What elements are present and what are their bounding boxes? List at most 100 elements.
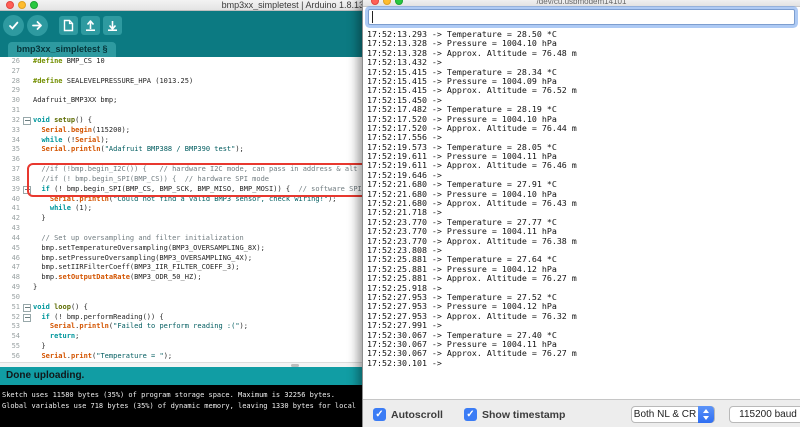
code-text: while (1); (49, 204, 93, 213)
serial-titlebar[interactable]: /dev/cu.usbmodem14101 (363, 0, 800, 7)
code-line: 29 (0, 86, 366, 96)
upload-button[interactable] (27, 15, 48, 36)
code-line: 41 while (1); (0, 204, 366, 214)
text-cursor (372, 11, 373, 23)
zoom-window-icon[interactable] (30, 1, 38, 9)
save-sketch-button[interactable] (103, 16, 122, 35)
code-line: 53 Serial.println("Failed to perform rea… (0, 322, 366, 332)
line-number: 39 (11, 184, 20, 193)
line-number: 30 (11, 96, 20, 105)
gutter-space (20, 136, 33, 146)
gutter-space (20, 96, 33, 106)
code-line: 46 bmp.setPressureOversampling(BMP3_OVER… (0, 254, 366, 264)
code-line: 48 bmp.setOutputDataRate(BMP3_ODR_50_HZ)… (0, 273, 366, 283)
code-text: if (! bmp.begin_SPI(BMP_CS, BMP_SCK, BMP… (41, 184, 362, 193)
code-line: 33 Serial.begin(115200); (0, 126, 366, 136)
gutter-space (20, 342, 33, 352)
minimize-window-icon[interactable] (18, 1, 26, 9)
dropdown-stepper-icon (698, 406, 714, 423)
line-number: 28 (11, 76, 20, 85)
code-line: 38 //if (! bmp.begin_SPI(BMP_CS)) { // h… (0, 175, 366, 185)
line-number: 51 (11, 302, 20, 311)
code-text: //if (!bmp.begin_I2C()) { // hardware I2… (33, 165, 358, 174)
close-window-icon[interactable] (6, 1, 14, 9)
line-number: 29 (11, 86, 20, 95)
code-line: 52 if (! bmp.performReading()) { (0, 313, 366, 323)
code-text: } (33, 342, 46, 351)
line-number: 50 (11, 292, 20, 301)
serial-send-input[interactable] (368, 9, 795, 25)
line-ending-dropdown[interactable]: Both NL & CR (631, 406, 715, 423)
autoscroll-checkbox[interactable]: ✓ (373, 408, 386, 421)
code-text: void setup() { (33, 115, 93, 124)
line-number: 56 (11, 351, 20, 360)
code-line: 35 Serial.println("Adafruit BMP388 / BMP… (0, 145, 366, 155)
code-line: 54 return; (0, 332, 366, 342)
upload-arrow-icon (31, 19, 44, 32)
line-number: 33 (11, 125, 20, 134)
new-sketch-button[interactable] (59, 16, 78, 35)
gutter-space (20, 165, 33, 175)
line-number: 31 (11, 106, 20, 115)
arduino-titlebar[interactable]: bmp3xx_simpletest | Arduino 1.8.13 (0, 0, 366, 11)
code-line: 26 #define BMP_CS 10 (0, 57, 366, 67)
build-console[interactable]: Sketch uses 11580 bytes (35%) of program… (0, 385, 366, 427)
gutter-space (20, 67, 33, 77)
show-timestamp-checkbox[interactable]: ✓ (464, 408, 477, 421)
code-line: 32 void setup() { (0, 116, 366, 126)
gutter-space (20, 155, 33, 165)
line-number: 36 (11, 155, 20, 164)
line-number: 38 (11, 174, 20, 183)
serial-output[interactable]: 17:52:13.293 -> Temperature = 28.50 *C 17… (363, 28, 800, 399)
line-number: 41 (11, 204, 20, 213)
serial-line: 17:52:30.101 -> (367, 357, 442, 368)
line-number: 53 (11, 322, 20, 331)
verify-button[interactable] (3, 15, 24, 36)
code-editor[interactable]: 26 #define BMP_CS 10 27 28 #define SEALEVELP… (0, 57, 366, 362)
tab-bmp3xx-simpletest[interactable]: bmp3xx_simpletest § (8, 42, 116, 57)
code-fold-icon[interactable] (20, 185, 33, 195)
gutter-space (20, 244, 33, 254)
verify-check-icon (7, 19, 20, 32)
arduino-toolbar (0, 11, 366, 40)
arduino-ide-window: bmp3xx_simpletest | Arduino 1.8.13 bmp3x… (0, 0, 366, 427)
line-number: 35 (11, 145, 20, 154)
line-number: 37 (11, 165, 20, 174)
new-sketch-icon (63, 19, 74, 32)
code-text: Serial.begin(115200); (41, 125, 130, 134)
code-text: Serial.println("Adafruit BMP388 / BMP390… (41, 145, 244, 154)
serial-bottom-bar: ✓ Autoscroll ✓ Show timestamp Both NL & … (363, 399, 800, 427)
code-fold-icon[interactable] (20, 116, 33, 126)
line-number: 32 (11, 115, 20, 124)
serial-monitor-window: /dev/cu.usbmodem14101 17:52:13.293 -> Te… (362, 0, 800, 427)
code-text: if (! bmp.performReading()) { (41, 312, 164, 321)
code-text: Serial.print("Temperature = "); (41, 351, 173, 360)
gutter-space (20, 332, 33, 342)
line-number: 43 (11, 224, 20, 233)
code-fold-icon[interactable] (20, 303, 33, 313)
code-line: 55 } (0, 342, 366, 352)
code-text: //if (! bmp.begin_SPI(BMP_CS)) { // hard… (33, 174, 270, 183)
line-number: 34 (11, 135, 20, 144)
baud-rate-value: 115200 baud (739, 409, 797, 420)
console-line: Global variables use 718 bytes (35%) of … (2, 402, 357, 410)
gutter-space (20, 263, 33, 273)
code-lines: 26 #define BMP_CS 10 27 28 #define SEALEVELP… (0, 57, 366, 362)
code-line: 47 bmp.setIIRFilterCoeff(BMP3_IIR_FILTER… (0, 263, 366, 273)
code-text: bmp.setPressureOversampling(BMP3_OVERSAM… (33, 253, 253, 262)
code-fold-icon[interactable] (20, 313, 33, 323)
code-line: 28 #define SEALEVELPRESSURE_HPA (1013.25) (0, 77, 366, 87)
code-line: 50 (0, 293, 366, 303)
editor-tabbar: bmp3xx_simpletest § (0, 40, 366, 57)
open-sketch-button[interactable] (81, 16, 100, 35)
line-ending-value: Both NL & CR (633, 409, 697, 420)
line-number: 48 (11, 273, 20, 282)
baud-rate-dropdown[interactable]: 115200 baud (729, 406, 800, 423)
line-number: 40 (11, 194, 20, 203)
gutter-space (20, 175, 33, 185)
code-line: 30 Adafruit_BMP3XX bmp; (0, 96, 366, 106)
code-line: 49} (0, 283, 366, 293)
gutter-space (20, 195, 33, 205)
code-text: #define SEALEVELPRESSURE_HPA (1013.25) (33, 76, 194, 85)
save-sketch-icon (106, 19, 119, 32)
